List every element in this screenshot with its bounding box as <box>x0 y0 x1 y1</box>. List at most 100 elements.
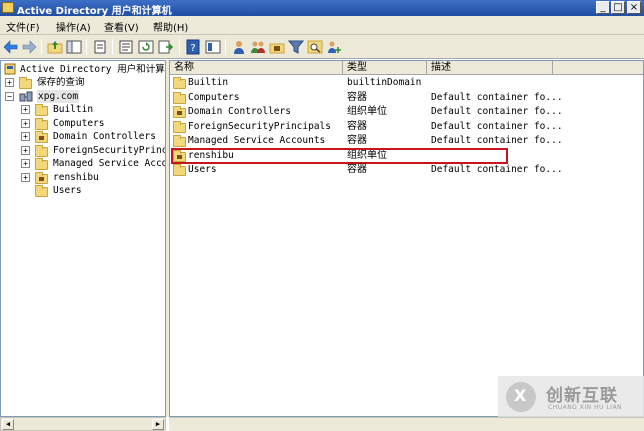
tree-item[interactable]: + 保存的查询 <box>1 76 165 89</box>
expand-icon[interactable]: + <box>21 145 30 155</box>
add-to-group-icon[interactable] <box>326 39 342 55</box>
minimize-button[interactable]: _ <box>596 1 610 14</box>
show-tree-icon[interactable] <box>66 39 82 55</box>
menu-file[interactable]: 文件(F) <box>6 19 40 34</box>
tree-root-label: Active Directory 用户和计算机 <box>20 64 166 75</box>
list-item[interactable]: Managed Service Accounts 容器 Default contai… <box>170 134 643 148</box>
cell-type: 容器 <box>347 135 367 146</box>
tree-item[interactable]: Users <box>1 184 165 197</box>
cell-type: 容器 <box>347 91 367 103</box>
cell-description: Default container fo... <box>431 106 563 117</box>
folder-icon <box>173 135 186 147</box>
cell-name: Domain Controllers <box>188 106 291 117</box>
scroll-right-button[interactable]: ▶ <box>152 419 164 430</box>
back-arrow-icon[interactable] <box>3 39 19 55</box>
cell-type: 容器 <box>347 120 367 132</box>
toolbar-separator <box>86 39 87 55</box>
cell-type: builtinDomain <box>347 77 422 88</box>
list-item[interactable]: Domain Controllers 组织单位 Default container … <box>170 105 643 119</box>
expand-icon[interactable]: + <box>21 118 30 128</box>
list-item[interactable]: ForeignSecurityPrincipals 容器 Default conta… <box>170 120 643 134</box>
export-icon[interactable] <box>158 39 174 55</box>
expand-icon[interactable]: + <box>21 172 30 182</box>
cell-name: ForeignSecurityPrincipals <box>188 120 331 132</box>
watermark: 创新互联 CHUANG XIN HU LIAN <box>498 376 644 417</box>
tree-horizontal-scrollbar[interactable]: ◀ ▶ <box>0 417 166 431</box>
close-button[interactable]: × <box>627 1 641 14</box>
tree-item[interactable]: + renshibu <box>1 171 165 184</box>
list-item[interactable]: Users 容器 Default container fo... <box>170 163 643 177</box>
cell-name: Computers <box>188 91 240 103</box>
cell-name: Users <box>188 164 217 175</box>
expand-icon[interactable]: + <box>21 105 30 114</box>
folder-icon <box>173 120 186 133</box>
window-title: Active Directory 用户和计算机 <box>17 6 172 17</box>
menu-help[interactable]: 帮助(H) <box>153 19 188 34</box>
column-header-name[interactable]: 名称 <box>170 61 343 75</box>
cell-description: Default container fo... <box>431 135 563 146</box>
tree-item-label: Users <box>53 185 82 196</box>
ad-console-icon <box>4 63 16 75</box>
tree-item-label: Builtin <box>53 104 94 115</box>
tree-item[interactable]: + ForeignSecurityPrincip <box>1 144 165 157</box>
list-item[interactable]: Builtin builtinDomain <box>170 76 643 90</box>
title-bar[interactable]: Active Directory 用户和计算机 _ □ × <box>0 0 644 17</box>
menu-action[interactable]: 操作(A) <box>56 19 91 34</box>
cell-type: 组织单位 <box>347 106 387 117</box>
menu-bar: 文件(F) 操作(A) 查看(V) 帮助(H) <box>0 16 644 35</box>
cell-name: Managed Service Accounts <box>188 135 326 146</box>
expand-icon[interactable]: + <box>5 78 14 87</box>
status-bar <box>169 417 644 431</box>
tree-item-label: renshibu <box>53 171 99 183</box>
tree-item[interactable]: + Builtin <box>1 103 165 116</box>
tree-item[interactable]: + Managed Service Accour <box>1 157 165 170</box>
properties-icon[interactable] <box>118 39 134 55</box>
help-icon[interactable]: ? <box>185 39 201 55</box>
folder-icon <box>35 158 48 170</box>
folder-icon <box>173 91 186 104</box>
ou-icon[interactable] <box>269 39 285 55</box>
expand-icon[interactable]: + <box>21 159 30 168</box>
svg-text:?: ? <box>190 43 195 54</box>
forward-arrow-icon[interactable] <box>21 39 37 55</box>
watermark-sub-text: CHUANG XIN HU LIAN <box>548 404 623 411</box>
filter-icon[interactable] <box>288 39 304 55</box>
expand-icon[interactable]: + <box>21 132 30 141</box>
tree-item[interactable]: + Domain Controllers <box>1 130 165 143</box>
console-tree-icon[interactable] <box>205 39 221 55</box>
tree-root[interactable]: Active Directory 用户和计算机 <box>4 63 166 76</box>
maximize-button[interactable]: □ <box>611 1 625 14</box>
highlight-annotation <box>171 147 508 164</box>
group-icon[interactable] <box>250 39 266 55</box>
tree-item[interactable]: − xpg.com <box>1 89 165 103</box>
watermark-logo-icon <box>506 382 536 412</box>
tree-item[interactable]: + Computers <box>1 117 165 130</box>
up-folder-icon[interactable] <box>47 39 63 55</box>
app-icon <box>2 2 14 13</box>
column-header-type[interactable]: 类型 <box>343 61 427 75</box>
details-pane[interactable]: 名称 类型 描述 Builtin builtinDomain Computers 容器… <box>169 60 644 417</box>
ou-icon <box>35 131 48 143</box>
cell-name: Builtin <box>188 77 229 88</box>
column-header-description[interactable]: 描述 <box>427 61 553 75</box>
list-header: 名称 类型 描述 <box>170 61 643 75</box>
toolbar-separator <box>225 39 226 55</box>
copy-icon[interactable] <box>92 39 108 55</box>
folder-icon <box>173 77 186 89</box>
cell-description: Default container fo... <box>431 91 563 103</box>
collapse-icon[interactable]: − <box>5 91 14 101</box>
tree-item-label: Computers <box>53 117 105 129</box>
scroll-left-button[interactable]: ◀ <box>2 419 14 430</box>
users-icon[interactable] <box>231 39 247 55</box>
find-icon[interactable] <box>307 39 323 55</box>
menu-view[interactable]: 查看(V) <box>104 19 139 34</box>
cell-description: Default container fo... <box>431 120 563 132</box>
console-tree-pane[interactable]: Active Directory 用户和计算机 + 保存的查询 − xpg.com + B… <box>0 60 166 417</box>
list-item[interactable]: Computers 容器 Default container fo... <box>170 91 643 105</box>
tree-item-label: Managed Service Accour <box>53 158 165 169</box>
ou-icon <box>173 106 186 118</box>
folder-icon <box>173 164 186 176</box>
refresh-icon[interactable] <box>138 39 154 55</box>
folder-icon <box>19 77 32 89</box>
tree-item-label: 保存的查询 <box>37 77 85 88</box>
